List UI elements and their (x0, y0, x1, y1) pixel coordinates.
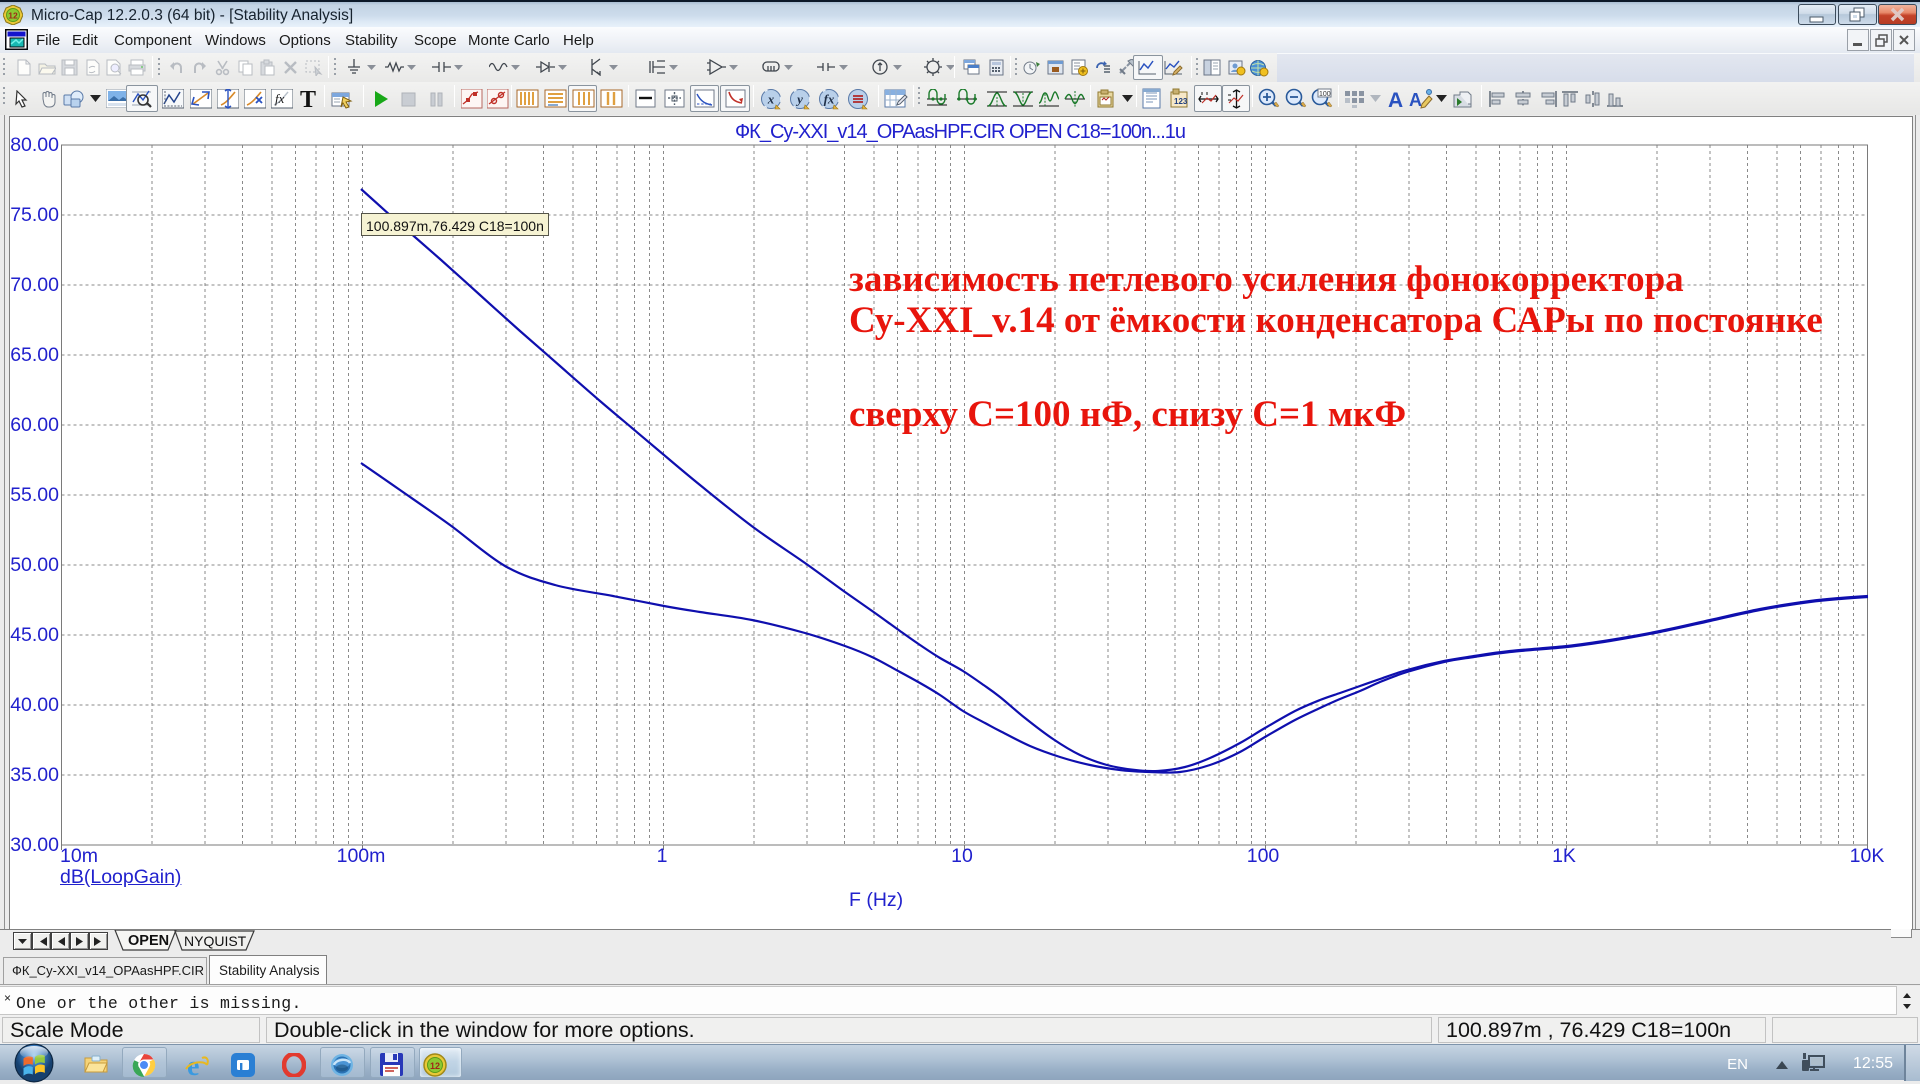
svg-text:fx: fx (824, 92, 835, 107)
svg-text:A: A (1409, 90, 1422, 110)
svg-text:12: 12 (8, 11, 18, 21)
svg-text:12: 12 (430, 1061, 440, 1071)
svg-text:y: y (795, 92, 803, 107)
svg-text:T: T (300, 88, 316, 110)
svg-text:x: x (767, 92, 775, 107)
svg-text:A: A (1388, 89, 1403, 110)
svg-text:100: 100 (1319, 91, 1331, 98)
svg-text:fx: fx (275, 91, 285, 106)
svg-text:123: 123 (1174, 97, 1188, 106)
